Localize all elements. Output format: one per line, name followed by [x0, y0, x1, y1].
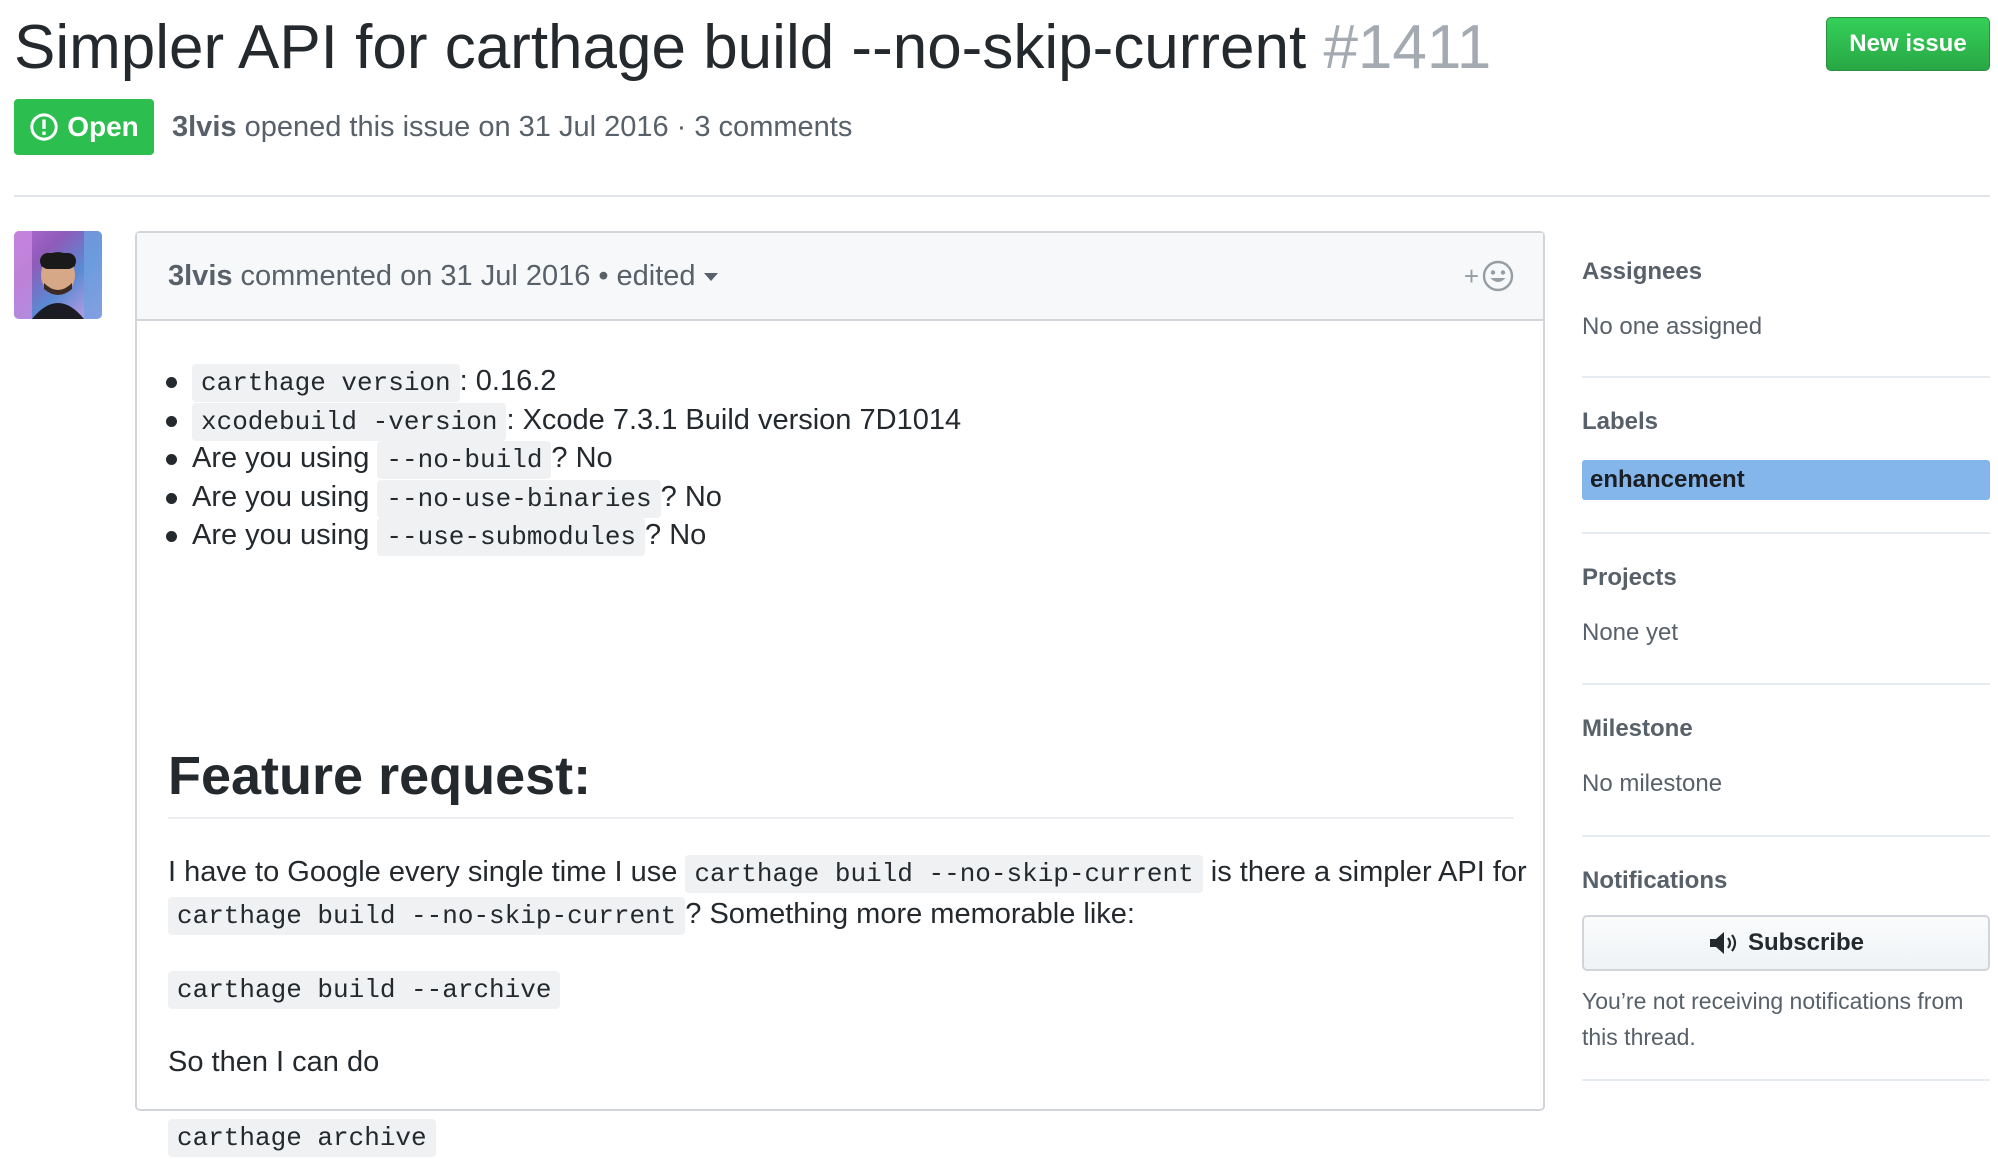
comment-date[interactable]: commented on 31 Jul 2016 [241, 260, 591, 293]
chevron-down-icon [703, 272, 718, 281]
edited-label: edited [616, 259, 696, 292]
inline-code: --no-build [377, 441, 552, 479]
paragraph-text: I have to Google every single time I use [168, 856, 678, 888]
list-item-suffix: ? No [660, 481, 722, 513]
header-divider [14, 195, 1990, 197]
inline-code: carthage version [192, 364, 460, 402]
projects-heading[interactable]: Projects [1582, 564, 1677, 592]
list-item: Are you using --no-build? No [166, 438, 613, 480]
issue-author-link[interactable]: 3lvis [172, 111, 237, 143]
comment-box: 3lvis commented on 31 Jul 2016 • edited … [135, 231, 1545, 1157]
issue-opened-text: opened this issue on 31 Jul 2016 · 3 com… [244, 111, 853, 143]
sidebar-divider [1582, 835, 1990, 837]
sidebar-divider [1582, 1079, 1990, 1081]
notifications-heading: Notifications [1582, 867, 1728, 894]
new-issue-button[interactable]: New issue [1826, 17, 1990, 71]
issue-title: Simpler API for carthage build --no-skip… [14, 8, 1491, 88]
issue-opened-icon [30, 113, 58, 141]
list-item: carthage version: 0.16.2 [165, 361, 557, 403]
smiley-icon [1482, 260, 1514, 292]
edited-dropdown[interactable]: edited [617, 260, 718, 293]
paragraph-line: carthage build --no-skip-current? Someth… [168, 893, 1135, 937]
inline-code: carthage build --archive [168, 971, 561, 1009]
inline-code: --use-submodules [377, 518, 646, 556]
issue-state-label: Open [67, 111, 139, 142]
paragraph-line: I have to Google every single time I use… [168, 851, 1527, 895]
assignees-value: No one assigned [1582, 313, 1763, 340]
unmute-icon [1709, 932, 1737, 954]
inline-code: carthage archive [168, 1119, 436, 1157]
issue-number: #1411 [1323, 13, 1492, 82]
heading-divider [168, 817, 1514, 819]
notification-status-text: You’re not receiving notifications from … [1582, 988, 1964, 1050]
inline-code: carthage build --no-skip-current [168, 897, 686, 935]
comment-author-link[interactable]: 3lvis [168, 260, 233, 293]
labels-heading[interactable]: Labels [1582, 408, 1658, 436]
paragraph-text: ? Something more memorable like: [685, 898, 1135, 930]
inline-code: carthage build --no-skip-current [685, 855, 1203, 893]
projects-value: None yet [1582, 619, 1679, 646]
subscribe-button[interactable]: Subscribe [1582, 915, 1990, 971]
sidebar-divider [1582, 376, 1990, 378]
list-item-prefix: Are you using [192, 519, 370, 551]
list-item-prefix: Are you using [192, 442, 370, 474]
issue-meta: 3lvis opened this issue on 31 Jul 2016 ·… [172, 106, 852, 148]
plus-icon: + [1463, 260, 1479, 291]
list-item-suffix: : 0.16.2 [459, 365, 557, 397]
list-item-prefix: Are you using [192, 481, 370, 513]
avatar[interactable] [14, 231, 102, 319]
sidebar-divider [1582, 683, 1990, 685]
feature-request-heading: Feature request: [168, 746, 592, 806]
list-item-suffix: ? No [551, 442, 613, 474]
avatar-image [14, 231, 102, 319]
inline-code: xcodebuild -version [192, 403, 507, 441]
inline-code: --no-use-binaries [377, 480, 661, 518]
list-item: xcodebuild -version: Xcode 7.3.1 Build v… [165, 400, 962, 442]
list-item-suffix: : Xcode 7.3.1 Build version 7D1014 [506, 404, 962, 436]
comment-header: 3lvis commented on 31 Jul 2016 • edited … [137, 233, 1543, 321]
code-line: carthage build --archive [168, 967, 561, 1011]
issue-title-text: Simpler API for carthage build --no-skip… [14, 13, 1307, 82]
milestone-value: No milestone [1582, 770, 1723, 797]
sidebar-divider [1582, 532, 1990, 534]
comment-header-separator: • [598, 259, 609, 292]
label-enhancement[interactable]: enhancement [1582, 460, 1990, 500]
add-reaction-button[interactable]: + [1464, 259, 1515, 293]
list-item: Are you using --no-use-binaries? No [166, 477, 722, 519]
paragraph-text: So then I can do [168, 1046, 380, 1078]
list-item: Are you using --use-submodules? No [165, 515, 707, 557]
code-line: carthage archive [168, 1115, 436, 1159]
paragraph-text: is there a simpler API for [1210, 856, 1527, 888]
list-item-suffix: ? No [645, 519, 707, 551]
assignees-heading[interactable]: Assignees [1582, 258, 1702, 286]
paragraph-line: So then I can do [168, 1041, 379, 1083]
subscribe-label: Subscribe [1747, 929, 1865, 956]
issue-state-badge: Open [14, 99, 154, 155]
milestone-heading[interactable]: Milestone [1582, 715, 1693, 743]
